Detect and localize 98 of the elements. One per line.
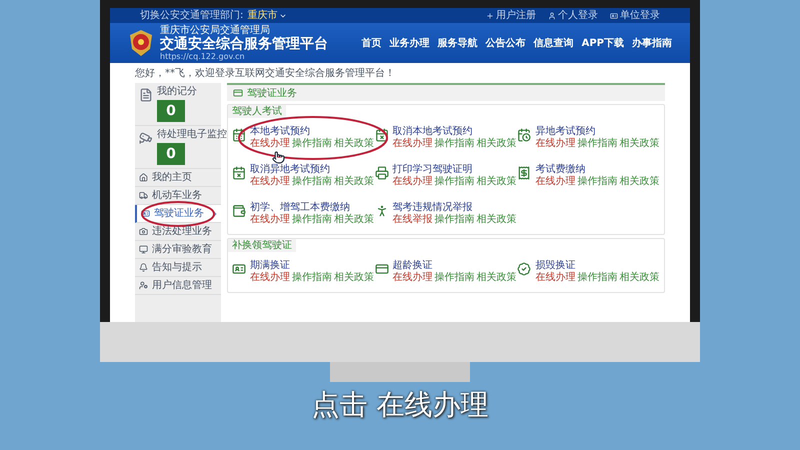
action-link[interactable]: 操作指南 xyxy=(577,138,618,150)
section-title: 驾驶人考试 xyxy=(228,105,286,118)
bell-icon xyxy=(139,263,148,272)
greeting-text: 您好，**飞，欢迎登录互联网交通安全综合服务管理平台！ xyxy=(135,67,396,80)
nav-link[interactable]: 业务办理 xyxy=(390,36,430,50)
switch-label: 切换公安交通管理部门: xyxy=(140,10,244,20)
service-link[interactable]: 取消异地考试预约 xyxy=(250,164,374,176)
service-link[interactable]: 超龄换证 xyxy=(392,260,517,272)
id-card-icon xyxy=(232,262,246,276)
service-link[interactable]: 驾考违规情况举报 xyxy=(392,202,517,214)
action-link[interactable]: 在线办理 xyxy=(250,272,290,284)
nav-link[interactable]: 公告公布 xyxy=(486,36,526,50)
action-link[interactable]: 相关政策 xyxy=(334,272,374,284)
service-link[interactable]: 初学、增驾工本费缴纳 xyxy=(250,202,374,214)
action-link[interactable]: 操作指南 xyxy=(434,138,475,150)
id-card-icon xyxy=(141,209,150,218)
action-link[interactable]: 在线办理 xyxy=(392,138,433,150)
action-link[interactable]: 操作指南 xyxy=(292,138,332,150)
score-label: 待处理电子监控 xyxy=(157,129,227,141)
service-link[interactable]: 异地考试预约 xyxy=(535,126,660,138)
action-link[interactable]: 在线办理 xyxy=(250,176,290,188)
printer-icon xyxy=(374,166,389,180)
score-value: 0 xyxy=(157,100,185,122)
document-icon xyxy=(139,88,153,102)
action-link[interactable]: 在线办理 xyxy=(535,272,576,284)
action-link[interactable]: 相关政策 xyxy=(334,176,374,188)
action-link[interactable]: 在线办理 xyxy=(392,176,433,188)
truck-icon xyxy=(139,191,148,200)
sidebar-item[interactable]: 我的主页 xyxy=(135,169,221,187)
city-dropdown[interactable]: 重庆市 xyxy=(247,10,288,20)
action-link[interactable]: 相关政策 xyxy=(619,176,660,188)
panel-title: 驾驶证业务 xyxy=(247,86,297,100)
camera-icon xyxy=(139,227,148,236)
badge-icon xyxy=(517,262,532,276)
action-link[interactable]: 操作指南 xyxy=(292,214,332,226)
id-card-icon xyxy=(610,12,618,20)
action-link[interactable]: 相关政策 xyxy=(476,138,517,150)
nav-link[interactable]: 信息查询 xyxy=(534,36,574,50)
top-link[interactable]: 用户注册 xyxy=(486,10,536,20)
top-link[interactable]: 单位登录 xyxy=(610,10,660,20)
org-name: 重庆市公安局交通管理局 xyxy=(160,26,271,36)
service-link[interactable]: 打印学习驾驶证明 xyxy=(392,164,517,176)
wallet-icon xyxy=(232,204,246,218)
cctv-icon xyxy=(139,131,153,145)
nav-link[interactable]: 首页 xyxy=(362,36,382,50)
action-link[interactable]: 在线办理 xyxy=(392,272,433,284)
hand-cursor-icon xyxy=(272,151,285,164)
sidebar-item[interactable]: 告知与提示 xyxy=(135,259,221,277)
calendar-icon xyxy=(232,128,246,142)
action-link[interactable]: 相关政策 xyxy=(476,176,517,188)
service-link[interactable]: 损毁换证 xyxy=(535,260,660,272)
action-link[interactable]: 在线办理 xyxy=(250,214,290,226)
score-value: 0 xyxy=(157,143,185,165)
sidebar-item[interactable]: 违法处理业务 xyxy=(135,223,221,241)
action-link[interactable]: 在线办理 xyxy=(250,138,290,150)
nav-link[interactable]: APP下载 xyxy=(582,36,624,50)
home-icon xyxy=(139,173,148,182)
card-icon xyxy=(233,88,243,98)
action-link[interactable]: 在线办理 xyxy=(535,176,576,188)
nav-link[interactable]: 服务导航 xyxy=(438,36,478,50)
sidebar-item[interactable]: 满分审验教育 xyxy=(135,241,221,259)
site-title: 交通安全综合服务管理平台 xyxy=(160,36,328,52)
action-link[interactable]: 操作指南 xyxy=(434,176,475,188)
person-icon xyxy=(548,12,556,20)
action-link[interactable]: 操作指南 xyxy=(577,272,618,284)
service-link[interactable]: 期满换证 xyxy=(250,260,374,272)
action-link[interactable]: 相关政策 xyxy=(334,214,374,226)
action-link[interactable]: 操作指南 xyxy=(292,176,332,188)
service-link[interactable]: 取消本地考试预约 xyxy=(392,126,517,138)
action-link[interactable]: 在线办理 xyxy=(535,138,576,150)
action-link[interactable]: 相关政策 xyxy=(334,138,374,150)
sidebar-item[interactable]: 用户信息管理 xyxy=(135,277,221,295)
calendar-cross-icon xyxy=(374,128,389,142)
action-link[interactable]: 相关政策 xyxy=(619,138,660,150)
action-link[interactable]: 相关政策 xyxy=(619,272,660,284)
service-link[interactable]: 考试费缴纳 xyxy=(535,164,660,176)
nav-link[interactable]: 办事指南 xyxy=(632,36,672,50)
emblem-icon xyxy=(128,29,154,57)
action-link[interactable]: 在线举报 xyxy=(392,214,433,226)
calendar-clock-icon xyxy=(517,128,532,142)
action-link[interactable]: 操作指南 xyxy=(577,176,618,188)
top-link[interactable]: 个人登录 xyxy=(548,10,598,20)
section-title: 补换领驾驶证 xyxy=(228,239,296,252)
card-icon xyxy=(374,262,389,276)
action-link[interactable]: 操作指南 xyxy=(434,272,475,284)
plus-icon xyxy=(486,12,494,20)
action-link[interactable]: 操作指南 xyxy=(434,214,475,226)
user-icon xyxy=(139,281,148,290)
service-link[interactable]: 本地考试预约 xyxy=(250,126,374,138)
receipt-icon xyxy=(517,166,532,180)
action-link[interactable]: 相关政策 xyxy=(476,214,517,226)
action-link[interactable]: 操作指南 xyxy=(292,272,332,284)
site-url: https://cq.122.gov.cn xyxy=(160,52,246,60)
calendar-cross-icon xyxy=(232,166,246,180)
monitor-icon xyxy=(139,245,148,254)
action-link[interactable]: 相关政策 xyxy=(476,272,517,284)
score-label: 我的记分 xyxy=(157,86,197,98)
subtitle-text: 点击 在线办理 xyxy=(312,388,488,422)
